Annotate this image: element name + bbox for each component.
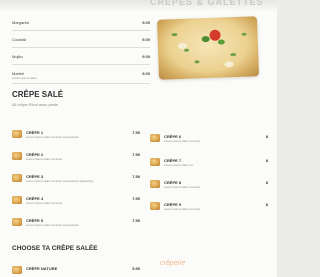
drink-name: Mojito: [12, 54, 23, 59]
herb-topping: [194, 60, 200, 64]
crepe-thumbnail: [12, 130, 22, 138]
herb-topping: [241, 32, 247, 36]
item-price: 8: [265, 158, 268, 163]
item-description: Lorem ipsum dolor sit amet: [164, 185, 201, 189]
crepe-photo: [156, 16, 260, 80]
drink-row: Martini Lorem ipsum dolor 9.00: [12, 69, 150, 84]
crepe-thumbnail: [12, 266, 22, 274]
item-price: 8: [265, 202, 268, 207]
crepe-thumbnail: [150, 134, 160, 142]
item-price: 8: [265, 180, 268, 185]
menu-item: CRÊPE NATURE 5.50: [12, 264, 140, 276]
item-description: Lorem ipsum dolor sit amet consectetur a…: [26, 179, 93, 183]
crepe-thumbnail: [12, 196, 22, 204]
menu-page: CRÊPES & GALETTES Margarita 9.00 Cocktai…: [0, 0, 277, 277]
crepe-thumbnail: [12, 152, 22, 160]
section-title: CRÊPE SALÉ: [12, 90, 64, 99]
item-price: 7.50: [132, 152, 140, 157]
drink-price: 9.00: [142, 54, 150, 59]
menu-item: CRÊPE 2 Lorem ipsum dolor sit amet 7.50: [12, 150, 140, 170]
item-description: Lorem ipsum dolor sit amet: [164, 139, 201, 143]
drink-row: Margarita 9.00: [12, 18, 150, 31]
herb-topping: [171, 33, 178, 37]
menu-item: CRÊPE 1 Lorem ipsum dolor sit amet conse…: [12, 128, 140, 148]
basil-topping: [201, 35, 210, 43]
crepe-thumbnail: [150, 180, 160, 188]
item-description: Lorem ipsum dolor sit amet: [26, 201, 63, 205]
item-price: 7.50: [132, 130, 140, 135]
section-subtitle: All crêpe Ricot avec pieds: [12, 102, 59, 107]
menu-item: CRÊPE 8 Lorem ipsum dolor sit amet 8: [150, 178, 268, 198]
herb-topping: [184, 48, 190, 52]
drink-price: 9.00: [142, 37, 150, 42]
item-price: 7.50: [132, 174, 140, 179]
brand-logo: crêperie: [160, 260, 186, 267]
item-price: 8: [265, 134, 268, 139]
menu-item: CRÊPE 9 Lorem ipsum dolor sit amet 8: [150, 200, 268, 220]
crepe-thumbnail: [150, 202, 160, 210]
item-description: Lorem ipsum dolor sit amet: [164, 207, 201, 211]
drink-name: Margarita: [12, 20, 29, 25]
item-price: 7.50: [132, 218, 140, 223]
drink-name: Cocktail: [12, 37, 27, 42]
drink-description: Lorem ipsum dolor: [12, 76, 37, 80]
menu-item: CRÊPE 6 Lorem ipsum dolor sit amet 8: [150, 132, 268, 152]
menu-item: CRÊPE 3 Lorem ipsum dolor sit amet conse…: [12, 172, 140, 192]
item-description: Lorem ipsum dolor sit: [164, 163, 193, 167]
basil-topping: [217, 39, 225, 45]
item-price: 7.50: [132, 196, 140, 201]
menu-item: CRÊPE 4 Lorem ipsum dolor sit amet 7.50: [12, 194, 140, 214]
drink-price: 9.00: [142, 71, 150, 76]
cheese-topping: [224, 61, 234, 68]
crepe-thumbnail: [150, 158, 160, 166]
drink-row: Mojito 9.00: [12, 52, 150, 65]
item-price: 5.50: [132, 266, 140, 271]
item-description: Lorem ipsum dolor sit amet consectetur: [26, 135, 79, 139]
menu-item: CRÊPE 5 Lorem ipsum dolor sit amet conse…: [12, 216, 140, 236]
drink-price: 9.00: [142, 20, 150, 25]
item-description: Lorem ipsum dolor sit amet: [26, 157, 63, 161]
section-title: CHOOSE TA CRÊPE SALÉE: [12, 245, 98, 252]
drink-row: Cocktail 9.00: [12, 35, 150, 48]
herb-topping: [230, 53, 237, 57]
crepe-thumbnail: [12, 174, 22, 182]
banner-text: CRÊPES & GALETTES: [150, 0, 264, 7]
item-description: Lorem ipsum dolor sit amet consectetur: [26, 223, 79, 227]
item-name: CRÊPE NATURE: [26, 266, 58, 271]
menu-item: CRÊPE 7 Lorem ipsum dolor sit 8: [150, 156, 268, 176]
crepe-thumbnail: [12, 218, 22, 226]
